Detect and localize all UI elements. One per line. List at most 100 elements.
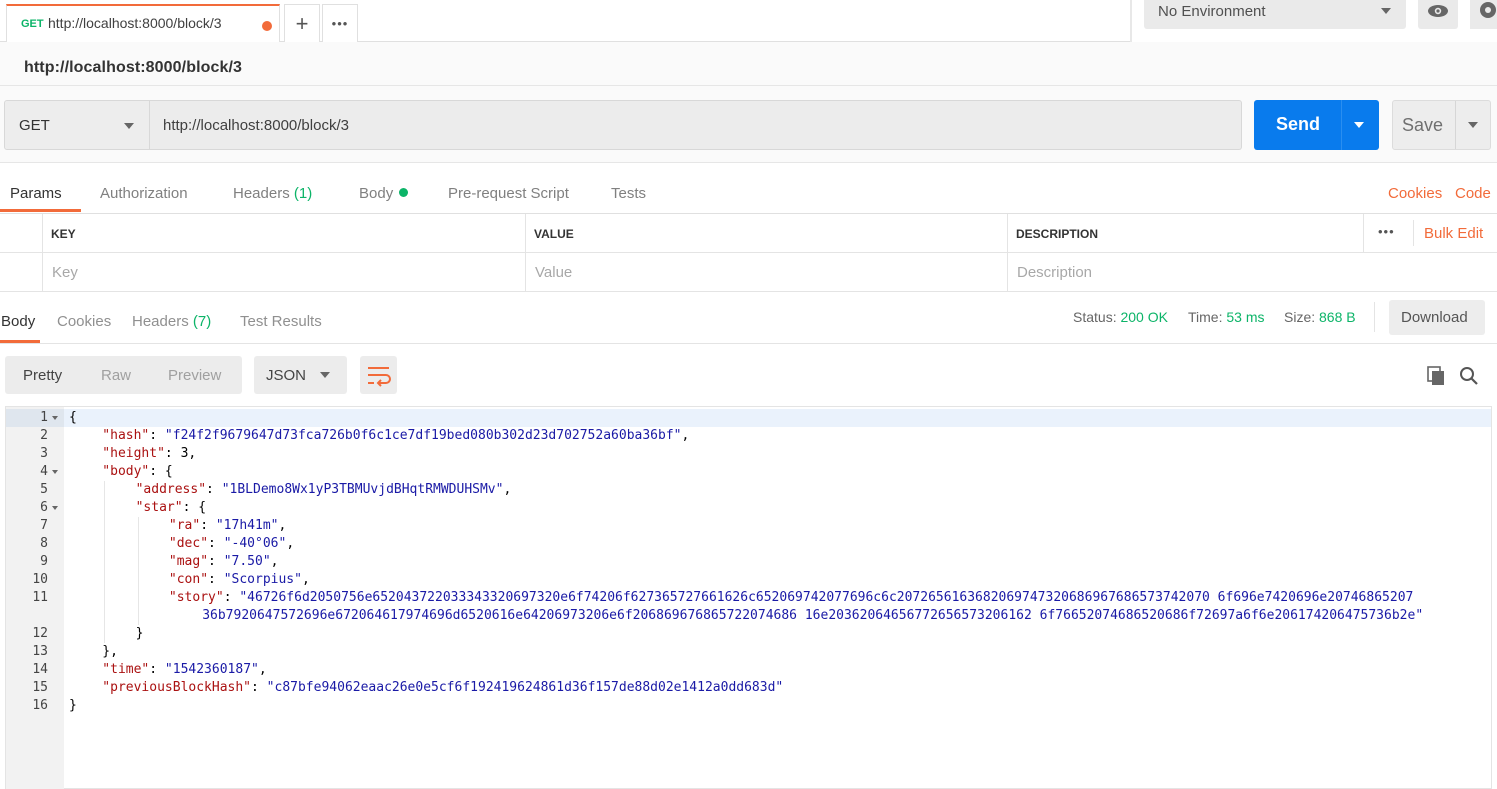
line-number: 13 [32,644,48,659]
indent-guide [137,517,139,535]
code-line: 5 "address": "1BLDemo8Wx1yP3TBMUvjdBHqtRM… [6,481,1491,499]
pretty-button[interactable]: Pretty [23,367,62,384]
send-separator [1341,100,1342,150]
tab-headers-label: Headers [233,185,290,202]
cookies-link[interactable]: Cookies [1388,185,1442,202]
indent-guide [137,553,139,571]
send-options-chevron-icon[interactable] [1354,122,1364,128]
indent-guide [104,481,106,499]
search-icon[interactable] [1459,366,1479,386]
tab-options-button[interactable]: ••• [322,4,358,42]
json-punctuation: }, [102,644,118,659]
copy-icon[interactable] [1426,366,1446,386]
json-punctuation: : [208,536,224,551]
tab-response-cookies[interactable]: Cookies [57,313,111,330]
indent-guide [137,589,139,607]
tab-body[interactable]: Body [359,185,409,202]
time-value: 53 ms [1226,309,1265,325]
tab-authorization[interactable]: Authorization [100,185,188,202]
raw-button[interactable]: Raw [101,367,131,384]
line-number: 5 [40,482,48,497]
description-input[interactable]: Description [1007,253,1497,292]
fold-toggle-icon[interactable] [52,470,58,474]
code-line: 12} [6,625,1491,643]
new-tab-button[interactable]: + [284,4,320,42]
code-line: 36b7920647572696e672064617974696d6520616… [6,607,1491,625]
code-link[interactable]: Code [1455,185,1491,202]
code-text: "mag": "7.50", [169,553,279,571]
response-body-editor[interactable]: 1{2 "hash": "f24f2f9679647d73fca726b0f6c1… [5,406,1492,789]
bulk-edit-link[interactable]: Bulk Edit [1424,225,1483,242]
download-button[interactable]: Download [1389,300,1485,335]
code-line: 1{ [6,409,1491,427]
tab-response-body[interactable]: Body [1,313,35,330]
format-bar: Pretty Raw Preview JSON [0,344,1497,406]
json-key: "story" [168,590,224,605]
value-input[interactable]: Value [525,253,1007,292]
send-label: Send [1276,114,1321,134]
json-punctuation: : [149,428,165,443]
json-punctuation: , [278,518,287,533]
size-value: 868 B [1319,309,1356,325]
code-line: 16} [6,697,1491,715]
key-input[interactable]: Key [42,253,525,292]
code-line: 15 "previousBlockHash": "c87bfe94062eaac2… [6,679,1491,697]
json-string: "1542360187" [164,662,259,677]
json-key: "dec" [168,536,209,551]
code-line: 6 "star": { [6,499,1491,517]
method-select[interactable]: GET [4,100,150,150]
send-button[interactable]: Send [1254,100,1379,150]
time-label: Time: [1188,309,1223,325]
description-column-header: DESCRIPTION ••• Bulk Edit [1007,214,1497,253]
tab-response-headers-label: Headers [132,313,189,330]
tab-headers[interactable]: Headers (1) [233,185,312,202]
line-number: 3 [40,446,48,461]
request-name[interactable]: http://localhost:8000/block/3 [24,59,242,77]
body-indicator-icon [399,188,409,197]
url-input[interactable]: http://localhost:8000/block/3 [150,100,1242,150]
preview-button[interactable]: Preview [168,367,221,384]
json-punctuation: : [208,572,224,587]
tab-params[interactable]: Params [10,185,62,202]
code-line: 10 "con": "Scorpius", [6,571,1491,589]
tab-tests[interactable]: Tests [611,185,646,202]
size-meta: Size: 868 B [1284,309,1356,325]
code-text: "height": 3, [102,445,196,463]
json-punctuation: , [270,554,279,569]
save-button[interactable]: Save [1392,100,1491,150]
fold-toggle-icon[interactable] [52,416,58,420]
line-number: 16 [32,698,48,713]
json-key: "previousBlockHash" [102,680,252,695]
indent-guide [104,607,106,625]
tab-prerequest-script[interactable]: Pre-request Script [448,185,569,202]
json-punctuation: : [206,482,222,497]
json-punctuation: : [149,662,165,677]
download-label: Download [1401,309,1468,326]
json-punctuation: , [681,428,690,443]
environment-select[interactable]: No Environment [1144,0,1406,29]
wrap-lines-button[interactable] [360,356,397,394]
code-text: }, [102,643,118,661]
indent-guide [137,535,139,553]
more-icon[interactable]: ••• [1378,224,1395,239]
params-table: KEY VALUE DESCRIPTION ••• Bulk Edit Key … [0,214,1497,292]
fold-toggle-icon[interactable] [52,506,58,510]
chevron-down-icon [1381,8,1391,14]
manage-environments-button[interactable] [1470,0,1497,29]
json-punctuation: { [69,410,77,425]
chevron-down-icon [124,123,134,129]
language-select[interactable]: JSON [254,356,347,394]
json-punctuation: , [503,482,512,497]
more-icon: ••• [331,16,349,31]
tab-response-headers[interactable]: Headers (7) [132,313,211,330]
save-options-chevron-icon[interactable] [1468,122,1478,128]
eye-icon [1428,5,1448,17]
json-key: "con" [168,572,209,587]
tab-test-results[interactable]: Test Results [240,313,322,330]
request-tab[interactable]: GET http://localhost:8000/block/3 [6,4,280,42]
code-line: 4 "body": { [6,463,1491,481]
indent-guide [104,499,106,517]
json-string: "17h41m" [215,518,279,533]
environment-quick-look-button[interactable] [1418,0,1458,29]
params-header-row: KEY VALUE DESCRIPTION ••• Bulk Edit [0,214,1497,253]
